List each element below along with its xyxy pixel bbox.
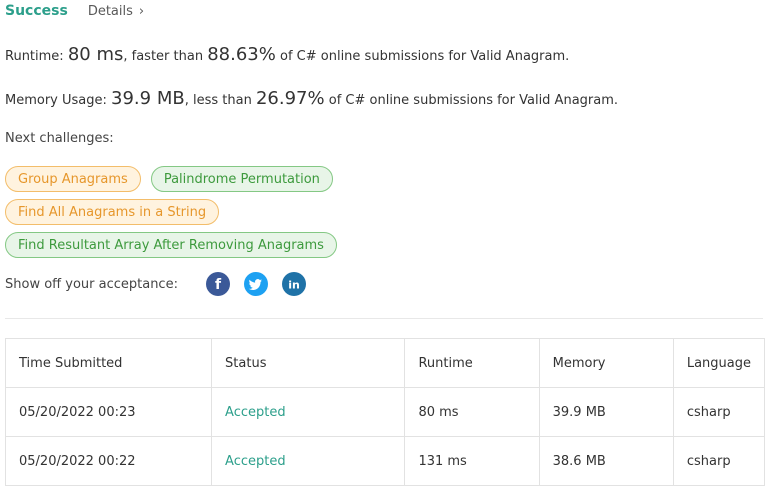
result-header: Success Details › — [5, 3, 144, 23]
table-row: 05/20/2022 00:23 Accepted 80 ms 39.9 MB … — [4, 387, 766, 437]
chevron-right-icon: › — [138, 4, 145, 19]
section-divider — [5, 318, 763, 319]
challenge-find-resultant-array[interactable]: Find Resultant Array After Removing Anag… — [5, 232, 337, 258]
memory-percent: 26.97% — [255, 88, 325, 109]
runtime-label: Runtime: — [5, 49, 64, 64]
cell-memory: 38.6 MB — [538, 436, 674, 486]
cell-status-link[interactable]: Accepted — [211, 387, 406, 437]
column-header-runtime[interactable]: Runtime — [404, 338, 540, 388]
runtime-comparison: , faster than — [123, 49, 204, 64]
details-label: Details — [87, 4, 133, 19]
memory-comparison: , less than — [184, 93, 252, 108]
table-header-row: Time Submitted Status Runtime Memory Lan… — [4, 338, 766, 388]
runtime-stat: Runtime: 80 ms, faster than 88.63% of C#… — [5, 44, 569, 65]
facebook-icon[interactable]: f — [205, 272, 230, 296]
details-link[interactable]: Details › — [88, 4, 144, 19]
memory-stat: Memory Usage: 39.9 MB, less than 26.97% … — [5, 88, 618, 109]
cell-status-link[interactable]: Accepted — [211, 436, 406, 486]
column-header-language[interactable]: Language — [672, 338, 766, 388]
runtime-percent: 88.63% — [207, 44, 276, 65]
table-row: 05/20/2022 00:22 Accepted 131 ms 38.6 MB… — [4, 436, 766, 486]
cell-time: 05/20/2022 00:22 — [4, 436, 213, 486]
cell-runtime: 80 ms — [404, 387, 540, 437]
challenge-row: Group Anagrams Palindrome Permutation — [5, 166, 333, 192]
challenge-find-all-anagrams[interactable]: Find All Anagrams in a String — [5, 199, 220, 225]
linkedin-icon[interactable]: in — [281, 272, 306, 296]
cell-language: csharp — [672, 436, 766, 486]
svg-text:in: in — [288, 279, 300, 292]
challenge-group-anagrams[interactable]: Group Anagrams — [5, 166, 141, 192]
status-label: Success — [5, 3, 68, 19]
next-challenges-label: Next challenges: — [5, 131, 114, 146]
cell-time: 05/20/2022 00:23 — [4, 387, 213, 437]
runtime-suffix: of C# online submissions for Valid Anagr… — [280, 49, 570, 64]
twitter-icon[interactable] — [243, 272, 268, 296]
share-label: Show off your acceptance: — [5, 276, 178, 292]
memory-value: 39.9 MB — [111, 88, 185, 109]
cell-runtime: 131 ms — [404, 436, 540, 486]
cell-memory: 39.9 MB — [538, 387, 674, 437]
svg-text:f: f — [215, 277, 222, 293]
memory-suffix: of C# online submissions for Valid Anagr… — [328, 93, 619, 108]
memory-label: Memory Usage: — [5, 93, 107, 108]
cell-language: csharp — [672, 387, 766, 437]
challenge-row: Find All Anagrams in a String — [5, 199, 220, 225]
challenge-row: Find Resultant Array After Removing Anag… — [5, 232, 337, 258]
submissions-table: Time Submitted Status Runtime Memory Lan… — [4, 338, 766, 486]
challenge-palindrome-permutation[interactable]: Palindrome Permutation — [150, 166, 333, 192]
share-row: Show off your acceptance: f in — [5, 272, 320, 296]
column-header-status[interactable]: Status — [211, 338, 406, 388]
runtime-value: 80 ms — [67, 44, 124, 65]
column-header-memory[interactable]: Memory — [538, 338, 674, 388]
column-header-time[interactable]: Time Submitted — [4, 338, 213, 388]
